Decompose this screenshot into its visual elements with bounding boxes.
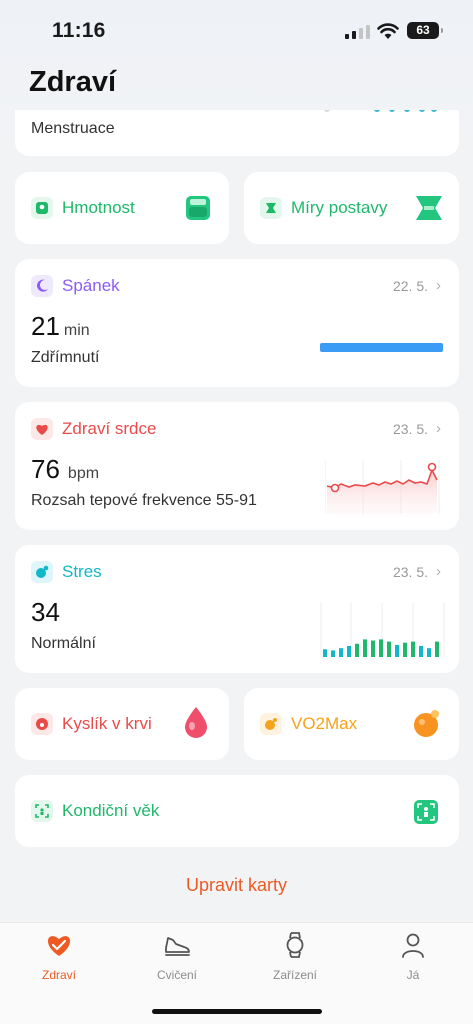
cycle-dots-icon xyxy=(324,110,437,112)
miry-postavy-title: Míry postavy xyxy=(291,198,388,217)
srdce-value-row: 76 bpm xyxy=(31,454,99,485)
watch-icon xyxy=(286,932,304,958)
wifi-icon xyxy=(377,23,399,39)
spanek-value: 21 xyxy=(31,311,60,341)
spanek-value-row: 21 min xyxy=(31,311,90,342)
tab-label: Zdraví xyxy=(41,968,76,982)
vo2max-card[interactable]: VO2Max xyxy=(244,688,459,760)
cellular-signal-icon xyxy=(345,25,370,39)
srdce-sub: Rozsah tepové frekvence 55-91 xyxy=(31,492,257,509)
heart-icon xyxy=(31,418,53,440)
stres-title: Stres xyxy=(62,562,102,581)
stres-value: 34 xyxy=(31,597,60,627)
tab-label: Cvičení xyxy=(156,968,197,982)
chevron-right-icon: › xyxy=(436,420,441,437)
battery-level: 63 xyxy=(416,23,430,37)
body-measure-illustration-icon xyxy=(416,196,442,220)
body-measure-icon xyxy=(260,197,282,219)
kondicni-vek-card[interactable]: Kondiční věk xyxy=(15,775,459,847)
stress-bar xyxy=(395,644,399,657)
sleep-duration-bar xyxy=(320,343,443,352)
edit-cards-link[interactable]: Upravit karty xyxy=(0,875,473,896)
cards-scroll-area[interactable]: Menstruace Hmotnost Míry postavy Spánek … xyxy=(0,110,473,922)
stress-bar xyxy=(331,650,335,657)
menstruace-card[interactable]: Menstruace xyxy=(15,110,459,156)
battery-indicator: 63 xyxy=(407,22,443,39)
vo2max-icon xyxy=(260,713,282,735)
srdce-value: 76 xyxy=(31,454,60,484)
stress-bar xyxy=(435,641,439,657)
stress-bar xyxy=(427,648,431,657)
vo2max-illustration-icon xyxy=(414,710,439,737)
chevron-right-icon: › xyxy=(436,563,441,580)
srdce-date-text: 23. 5. xyxy=(392,420,428,437)
hmotnost-title: Hmotnost xyxy=(62,198,135,217)
page-title: Zdraví xyxy=(29,66,117,98)
stres-sub: Normální xyxy=(31,635,96,652)
spanek-card[interactable]: Spánek 22. 5. › 21 min Zdřímnutí xyxy=(15,259,459,387)
vo2max-title: VO2Max xyxy=(291,714,358,733)
fitness-age-illustration-icon xyxy=(414,800,438,824)
spanek-date-text: 22. 5. xyxy=(392,277,428,294)
spanek-title: Spánek xyxy=(62,276,120,295)
tab-zarizeni[interactable]: Zařízení xyxy=(236,931,354,982)
kyslik-card[interactable]: Kyslík v krvi xyxy=(15,688,229,760)
srdce-date: 23. 5. › xyxy=(393,420,441,437)
stress-bar xyxy=(403,642,407,657)
stress-bar xyxy=(355,643,359,657)
home-indicator xyxy=(152,1009,322,1014)
stress-bar xyxy=(347,646,351,657)
tab-label: Já xyxy=(406,968,420,982)
miry-postavy-card[interactable]: Míry postavy xyxy=(244,172,459,244)
spanek-date: 22. 5. › xyxy=(393,277,441,294)
tab-ja[interactable]: Já xyxy=(354,931,472,982)
spanek-sub: Zdřímnutí xyxy=(31,349,100,366)
stress-bar xyxy=(339,648,343,657)
stress-bar xyxy=(411,641,415,657)
stress-bar-chart xyxy=(320,603,445,657)
stress-icon xyxy=(31,561,53,583)
heart-rate-chart xyxy=(325,460,440,514)
spanek-unit: min xyxy=(63,322,90,339)
status-bar: 11:16 63 xyxy=(0,0,473,60)
stress-bar xyxy=(371,640,375,657)
heart-icon xyxy=(47,936,71,956)
stress-bar xyxy=(419,646,423,657)
stress-bar xyxy=(323,649,327,657)
stress-bar xyxy=(379,639,383,657)
shoe-icon xyxy=(165,937,190,956)
tab-label: Zařízení xyxy=(272,968,317,982)
person-icon xyxy=(402,933,424,958)
zdravi-srdce-title: Zdraví srdce xyxy=(62,419,157,438)
blood-drop-illustration-icon xyxy=(185,707,207,738)
scale-icon xyxy=(31,197,53,219)
menstruace-label: Menstruace xyxy=(31,120,115,137)
stress-bar xyxy=(387,641,391,657)
stress-bar xyxy=(363,639,367,657)
stres-date-text: 23. 5. xyxy=(392,563,428,580)
hmotnost-card[interactable]: Hmotnost xyxy=(15,172,229,244)
kondicni-vek-title: Kondiční věk xyxy=(62,801,160,820)
tab-cviceni[interactable]: Cvičení xyxy=(118,931,236,982)
srdce-unit: bpm xyxy=(67,465,100,482)
stres-card[interactable]: Stres 23. 5. › 34 Normální xyxy=(15,545,459,673)
chevron-right-icon: › xyxy=(436,277,441,294)
status-time: 11:16 xyxy=(52,19,106,42)
stres-date: 23. 5. › xyxy=(393,563,441,580)
kyslik-title: Kyslík v krvi xyxy=(62,714,152,733)
zdravi-srdce-card[interactable]: Zdraví srdce 23. 5. › 76 bpm Rozsah tepové… xyxy=(15,402,459,530)
fitness-age-icon xyxy=(31,800,53,822)
scale-illustration-icon xyxy=(186,196,210,220)
blood-oxygen-icon xyxy=(31,713,53,735)
tab-zdravi[interactable]: Zdraví xyxy=(0,931,118,982)
moon-icon xyxy=(31,275,53,297)
